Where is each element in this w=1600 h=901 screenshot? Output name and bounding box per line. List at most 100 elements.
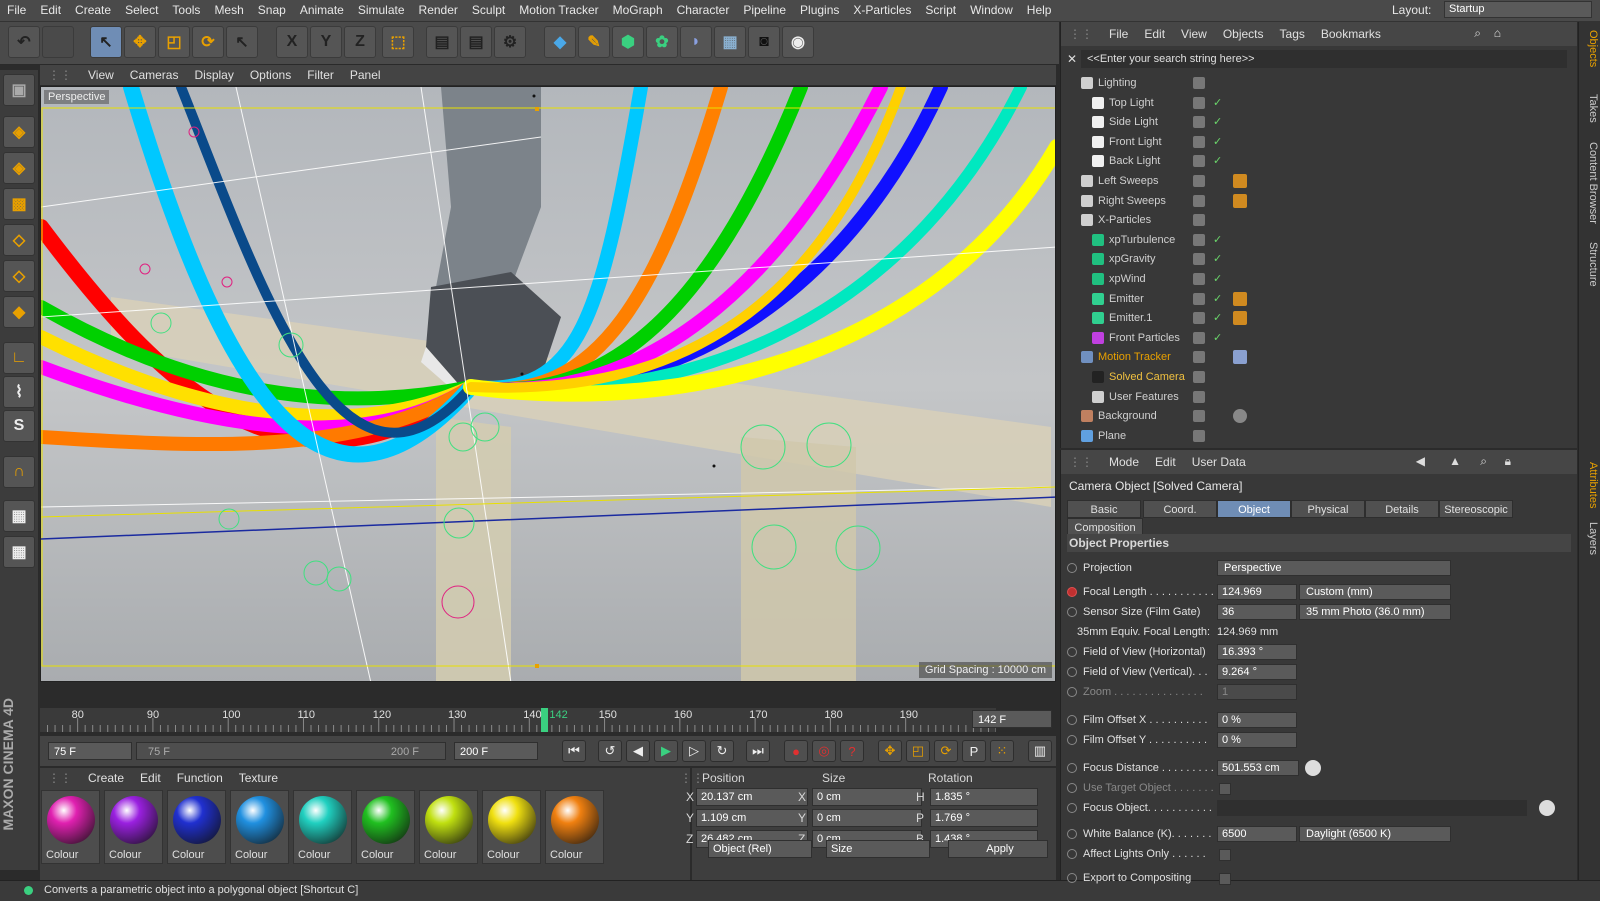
key-scale-icon[interactable]: ◰ [906,740,930,762]
coordinate-mode-dropdown[interactable]: Object (Rel) [708,840,812,858]
property-value-field[interactable]: 501.553 cm [1217,760,1299,776]
enabled-check-icon[interactable]: ✓ [1213,133,1222,152]
material-swatch[interactable]: Colour [293,790,352,864]
visibility-icon[interactable] [1193,292,1205,305]
viewport-menu-filter[interactable]: Filter [299,65,342,82]
object-menu-file[interactable]: File [1101,22,1136,41]
visibility-icon[interactable] [1193,116,1205,129]
attribute-menu-mode[interactable]: Mode [1101,450,1147,469]
axis-mode-icon[interactable]: ∟ [3,342,35,374]
object-search-input[interactable]: <<Enter your search string here>> [1081,50,1567,68]
make-editable-icon[interactable]: ▣ [3,74,35,106]
visibility-icon[interactable] [1193,390,1205,403]
visibility-icon[interactable] [1193,351,1205,364]
menu-item-pipeline[interactable]: Pipeline [736,0,793,17]
object-row-back-light[interactable]: Back Light ✓ [1067,152,1567,171]
workplane-mode-icon[interactable]: ▩ [3,188,35,220]
layout-select[interactable]: Startup [1444,1,1592,18]
next-key-icon[interactable]: ↻ [710,740,734,762]
visibility-icon[interactable] [1193,312,1205,325]
visibility-icon[interactable] [1193,233,1205,246]
size-x-field[interactable]: 0 cm [812,788,922,806]
menu-item-mograph[interactable]: MoGraph [606,0,670,17]
search-close-icon[interactable]: ✕ [1067,52,1077,66]
apply-button[interactable]: Apply [948,840,1048,858]
render-picture-viewer-icon[interactable]: ▤ [460,26,492,58]
go-to-start-icon[interactable]: ⏮ [562,740,586,762]
key-parameter-icon[interactable]: P [962,740,986,762]
workplane-lock-icon[interactable]: ▦ [3,500,35,532]
material-swatch[interactable]: Colour [419,790,478,864]
menu-item-select[interactable]: Select [118,0,165,17]
menu-item-character[interactable]: Character [670,0,737,17]
key-position-icon[interactable]: ✥ [878,740,902,762]
menu-item-window[interactable]: Window [963,0,1020,17]
animation-dot-icon[interactable] [1067,667,1077,677]
menu-item-tools[interactable]: Tools [165,0,207,17]
enabled-check-icon[interactable]: ✓ [1213,250,1222,269]
side-tab-structure[interactable]: Structure [1581,242,1599,287]
menu-item-create[interactable]: Create [68,0,118,17]
material-swatch[interactable]: Colour [230,790,289,864]
enabled-check-icon[interactable]: ✓ [1213,290,1222,309]
object-menu-view[interactable]: View [1173,22,1215,41]
animation-dot-icon[interactable] [1067,803,1077,813]
camera-icon[interactable]: ◙ [748,26,780,58]
object-row-emitter-1[interactable]: Emitter.1 ✓ [1067,309,1567,328]
current-frame-field[interactable]: 142 F [972,710,1052,728]
rotate-icon[interactable]: ⟳ [192,26,224,58]
size-mode-dropdown[interactable]: Size [826,840,930,858]
side-tab-takes[interactable]: Takes [1581,94,1599,123]
projection-dropdown[interactable]: Perspective [1217,560,1451,576]
end-frame-field[interactable]: 200 F [454,742,538,760]
visibility-icon[interactable] [1193,331,1205,344]
side-tab-objects[interactable]: Objects [1581,30,1599,67]
object-row-background[interactable]: Background [1067,407,1567,426]
checkbox[interactable] [1219,783,1231,795]
viewport[interactable]: Perspective Grid Spacing : 10000 cm [40,86,1056,682]
pen-icon[interactable]: ✎ [578,26,610,58]
material-menu-texture[interactable]: Texture [231,768,286,788]
property-value-field[interactable]: 6500 [1217,826,1297,842]
points-mode-icon[interactable]: ◇ [3,224,35,256]
polygons-mode-icon[interactable]: ◆ [3,296,35,328]
property-value-field[interactable]: 9.264 ° [1217,664,1297,680]
go-to-end-icon[interactable]: ⏭ [746,740,770,762]
key-rotation-icon[interactable]: ⟳ [934,740,958,762]
visibility-icon[interactable] [1193,175,1205,187]
animation-dot-icon[interactable] [1067,687,1077,697]
object-row-left-sweeps[interactable]: Left Sweeps [1067,172,1567,191]
y-axis-icon[interactable]: Y [310,26,342,58]
animation-dot-icon[interactable] [1067,607,1077,617]
property-dropdown[interactable]: 35 mm Photo (36.0 mm) [1299,604,1451,620]
home-icon[interactable]: ⌂ [1494,26,1501,40]
property-value-field[interactable]: 36 [1217,604,1297,620]
preview-range-slider[interactable]: 75 F 200 F [136,742,446,760]
visibility-icon[interactable] [1193,410,1205,423]
visibility-icon[interactable] [1193,429,1205,442]
menu-item-edit[interactable]: Edit [33,0,68,17]
render-settings-icon[interactable]: ⚙ [494,26,526,58]
menu-item-file[interactable]: File [0,0,33,17]
visibility-icon[interactable] [1193,96,1205,109]
timeline-ruler[interactable]: 8090100110120130140142150160170180190200 [40,708,996,732]
next-frame-icon[interactable]: ▷ [682,740,706,762]
position-x-field[interactable]: 20.137 cm [696,788,808,806]
animation-dot-icon[interactable] [1067,715,1077,725]
scale-icon[interactable]: ◰ [158,26,190,58]
rotation-p-field[interactable]: 1.769 ° [930,809,1038,827]
attribute-menu-user-data[interactable]: User Data [1184,450,1254,469]
menu-item-motion-tracker[interactable]: Motion Tracker [512,0,605,17]
enabled-check-icon[interactable]: ✓ [1213,329,1222,348]
z-axis-icon[interactable]: Z [344,26,376,58]
undo-icon[interactable]: ↶ [8,26,40,58]
object-row-user-features[interactable]: User Features [1067,388,1567,407]
search-icon[interactable]: ⌕ [1474,26,1481,41]
object-row-plane[interactable]: Plane [1067,427,1567,446]
x-axis-icon[interactable]: X [276,26,308,58]
up-arrow-icon[interactable]: ▲ [1449,454,1461,468]
visibility-icon[interactable] [1193,135,1205,148]
visibility-icon[interactable] [1193,214,1205,227]
back-arrow-icon[interactable]: ◀ [1416,454,1425,468]
object-menu-tags[interactable]: Tags [1272,22,1313,41]
